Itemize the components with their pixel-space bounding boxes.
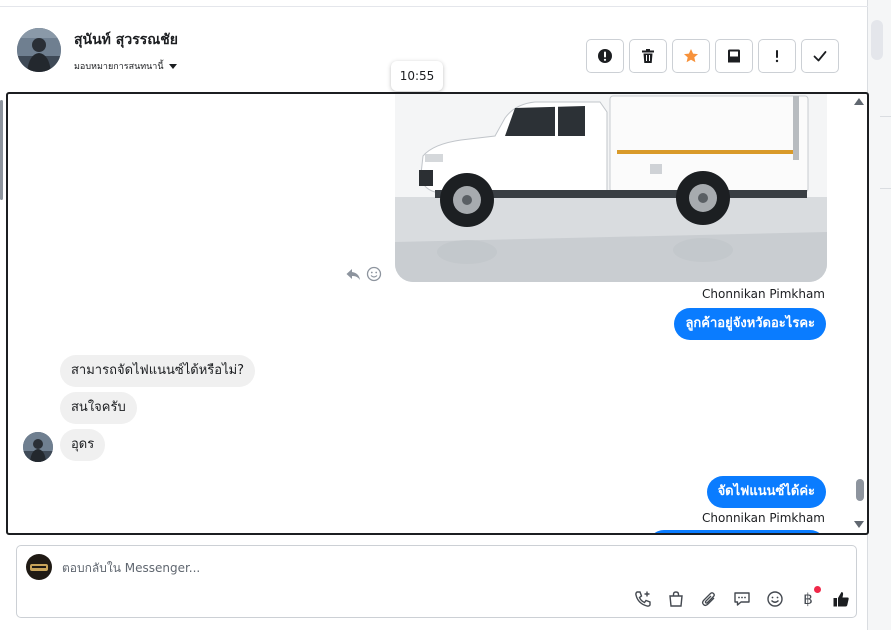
star-icon — [684, 49, 698, 63]
message-bubble-incoming[interactable]: สามารถจัดไฟแนนซ์ได้หรือไม่? — [60, 355, 256, 387]
message-bubble-incoming[interactable]: สนใจครับ — [60, 392, 137, 424]
thumbs-up-icon — [833, 592, 849, 607]
assign-conversation-dropdown[interactable]: มอบหมายการสนทนานี้ — [74, 59, 177, 73]
mark-done-button[interactable] — [801, 39, 839, 73]
caret-down-icon — [168, 63, 177, 69]
contact-avatar[interactable] — [17, 28, 61, 72]
exclamation-icon — [775, 50, 779, 63]
like-button[interactable] — [831, 589, 851, 609]
mark-important-button[interactable] — [758, 39, 796, 73]
reply-input[interactable] — [62, 557, 662, 579]
message-bubble-outgoing[interactable] — [648, 530, 826, 533]
call-button[interactable] — [633, 589, 653, 609]
side-panel-edge — [868, 0, 891, 630]
delete-button[interactable] — [629, 39, 667, 73]
star-button[interactable] — [672, 39, 710, 73]
smiley-icon[interactable] — [366, 266, 382, 282]
conversation-header: สุนันท์ สุวรรณชัย มอบหมายการสนทนานี้ 10:… — [0, 6, 868, 92]
reply-icon[interactable] — [345, 266, 361, 282]
scroll-down-arrow[interactable] — [854, 521, 864, 528]
left-scrollbar[interactable] — [0, 100, 3, 200]
scroll-up-arrow[interactable] — [854, 98, 864, 105]
paperclip-icon — [701, 592, 715, 607]
chat-bubble-icon — [734, 592, 750, 606]
truck-photo[interactable] — [395, 94, 827, 282]
divider — [880, 188, 891, 189]
shopping-bag-icon — [669, 591, 683, 607]
inbox-page: สุนันท์ สุวรรณชัย มอบหมายการสนทนานี้ 10:… — [0, 0, 891, 630]
message-bubble-outgoing[interactable]: ลูกค้าอยู่จังหวัดอะไรคะ — [674, 308, 826, 340]
conversation-actions — [586, 39, 839, 73]
message-thread[interactable]: Chonnikan Pimkham ลูกค้าอยู่จังหวัดอะไรค… — [6, 92, 869, 535]
divider — [880, 116, 891, 117]
contact-name[interactable]: สุนันท์ สุวรรณชัย — [74, 29, 178, 51]
reply-composer: ฿ — [16, 545, 857, 618]
call-add-icon — [635, 591, 651, 607]
composer-toolbar: ฿ — [633, 586, 851, 609]
thread-scrollbar-thumb[interactable] — [856, 479, 864, 501]
side-scrollbar[interactable] — [871, 20, 883, 60]
shop-button[interactable] — [666, 589, 686, 609]
notification-dot — [814, 586, 821, 593]
alert-circle-icon — [598, 49, 612, 63]
baht-icon: ฿ — [803, 590, 813, 608]
emoji-button[interactable] — [765, 589, 785, 609]
report-button[interactable] — [586, 39, 624, 73]
contact-avatar-small[interactable] — [23, 432, 53, 462]
move-to-inbox-button[interactable] — [715, 39, 753, 73]
conversation-panel: สุนันท์ สุวรรณชัย มอบหมายการสนทนานี้ 10:… — [0, 0, 869, 630]
time-tooltip: 10:55 — [391, 61, 443, 91]
sender-name: Chonnikan Pimkham — [702, 287, 825, 301]
inbox-icon — [728, 49, 740, 63]
emoji-icon — [767, 591, 783, 607]
attachment-actions — [345, 266, 382, 282]
sender-name: Chonnikan Pimkham — [702, 511, 825, 525]
attach-button[interactable] — [699, 589, 719, 609]
page-avatar — [26, 554, 52, 580]
assign-label: มอบหมายการสนทนานี้ — [74, 62, 164, 72]
saved-replies-button[interactable] — [732, 589, 752, 609]
payment-button[interactable]: ฿ — [798, 586, 821, 609]
check-icon — [813, 51, 827, 62]
message-bubble-outgoing[interactable]: จัดไฟแนนซ์ได้ค่ะ — [706, 476, 826, 508]
message-bubble-incoming[interactable]: อุดร — [60, 429, 106, 461]
trash-icon — [642, 49, 654, 63]
